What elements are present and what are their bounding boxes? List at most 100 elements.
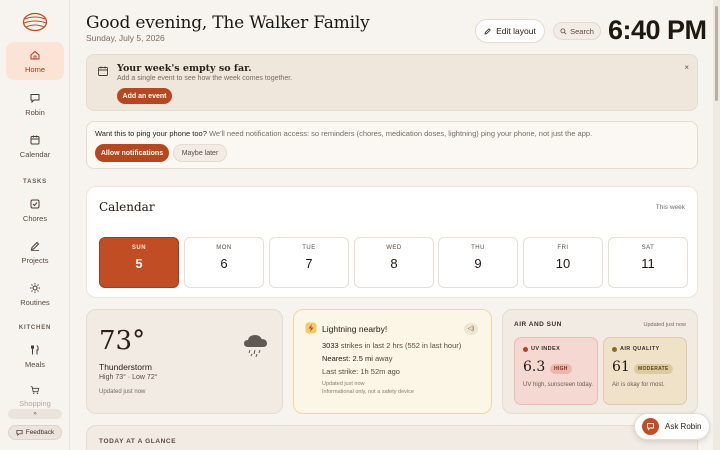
day-name: WED <box>386 245 402 251</box>
current-date: Sunday, July 5, 2026 <box>86 33 165 43</box>
sidebar-item-label: Shopping <box>19 399 51 408</box>
uv-label: UV INDEX <box>531 346 561 352</box>
ask-robin-label: Ask Robin <box>665 422 702 431</box>
weather-condition: Thunderstorm <box>99 362 152 372</box>
aq-value: 61 <box>612 359 630 375</box>
weather-card[interactable]: 73° Thunderstorm High 73° · Low 72° Upda… <box>86 309 283 414</box>
air-and-sun-card[interactable]: AIR AND SUN Updated just now UV INDEX 6.… <box>502 309 698 414</box>
sidebar-item-label: Meals <box>24 359 45 369</box>
day-date: 10 <box>555 256 571 271</box>
strikes-count: 3033 <box>322 341 339 350</box>
sidebar-item-chores[interactable]: Chores <box>6 191 64 229</box>
day-date: 6 <box>220 256 228 271</box>
utensils-icon <box>31 344 39 354</box>
cart-icon <box>30 386 40 394</box>
sidebar-item-shopping[interactable]: Shopping <box>6 380 64 408</box>
feedback-button[interactable]: Feedback <box>8 425 62 440</box>
day-cell-fri[interactable]: FRI 10 <box>523 237 603 288</box>
speaker-icon[interactable]: ◁) <box>464 323 478 335</box>
day-name: FRI <box>557 245 569 251</box>
search-label: Search <box>570 26 594 36</box>
sidebar-item-label: Projects <box>21 255 49 265</box>
calendar-title: Calendar <box>99 200 155 214</box>
strikes-text: strikes in last 2 hrs (552 in last hour) <box>338 341 462 350</box>
weather-temperature: 73° <box>99 326 146 356</box>
lightning-title: Lightning nearby! <box>322 324 388 334</box>
checkbox-icon <box>30 199 40 208</box>
search-button[interactable]: Search <box>553 22 601 40</box>
calendar-range[interactable]: This week <box>656 204 685 211</box>
scrollbar-thumb[interactable] <box>715 6 718 101</box>
uv-index-tile[interactable]: UV INDEX 6.3 HIGH UV high, sunscreen tod… <box>514 337 598 405</box>
aq-label: AIR QUALITY <box>620 346 660 352</box>
nearest-label: Nearest: <box>322 354 353 363</box>
home-icon <box>30 50 40 59</box>
edit-layout-button[interactable]: Edit layout <box>475 19 545 43</box>
add-event-button[interactable]: Add an event <box>117 88 172 104</box>
nearest-value: 2.5 mi <box>352 354 373 363</box>
sidebar-item-label: Home <box>24 64 45 74</box>
lightning-last-strike: Last strike: 1h 52m ago <box>322 367 400 376</box>
sidebar-item-label: Robin <box>25 107 45 117</box>
sidebar-item-label: Routines <box>20 297 50 307</box>
pencil-icon <box>484 28 491 35</box>
sidebar-item-robin[interactable]: Robin <box>6 85 64 123</box>
sidebar-item-label: Chores <box>22 213 48 223</box>
day-name: THU <box>471 245 485 251</box>
logo-icon <box>22 12 48 32</box>
day-date: 9 <box>474 256 482 271</box>
uv-label-row: UV INDEX <box>523 346 560 352</box>
weather-high-low: High 73° · Low 72° <box>99 374 158 381</box>
day-cell-tue[interactable]: TUE 7 <box>269 237 349 288</box>
calendar-card: Calendar This week SUN 5 MON 6 TUE 7 WED 8 T… <box>86 186 698 298</box>
sidebar-item-home[interactable]: Home <box>6 42 64 80</box>
maybe-later-button[interactable]: Maybe later <box>173 144 227 162</box>
day-cell-mon[interactable]: MON 6 <box>184 237 264 288</box>
sidebar-item-projects[interactable]: Projects <box>6 233 64 271</box>
collapse-sidebar-button[interactable]: » <box>8 409 62 419</box>
status-dot-icon <box>523 346 528 352</box>
notification-text: Want this to ping your phone too? We'll … <box>95 129 592 138</box>
air-updated: Updated just now <box>643 322 687 328</box>
uv-description: UV high, sunscreen today. <box>523 382 593 388</box>
empty-week-banner: Your week's empty so far. Add a single e… <box>86 54 698 111</box>
today-at-a-glance-card: TODAY AT A GLANCE <box>86 425 698 450</box>
day-date: 8 <box>390 256 398 271</box>
day-cell-sat[interactable]: SAT 11 <box>608 237 688 288</box>
day-date: 5 <box>135 256 143 271</box>
lightning-disclaimer: Informational only, not a safety device <box>322 389 414 395</box>
day-name: TUE <box>302 245 316 251</box>
notification-question: Want this to ping your phone too? <box>95 129 207 138</box>
feedback-label: Feedback <box>25 429 55 436</box>
banner-title: Your week's empty so far. <box>117 63 252 74</box>
day-cell-wed[interactable]: WED 8 <box>354 237 434 288</box>
air-title: AIR AND SUN <box>514 321 562 328</box>
air-quality-tile[interactable]: AIR QUALITY 61 MODERATE Air is okay for … <box>603 337 687 405</box>
aq-description: Air is okay for most. <box>612 382 665 388</box>
day-cell-thu[interactable]: THU 9 <box>438 237 518 288</box>
storm-cloud-icon <box>244 335 267 358</box>
sidebar-item-routines[interactable]: Routines <box>6 275 64 313</box>
close-icon[interactable]: × <box>684 63 689 72</box>
day-name: SUN <box>131 245 147 251</box>
uv-badge: HIGH <box>550 364 572 374</box>
chat-icon <box>30 93 40 103</box>
day-name: SAT <box>641 245 655 251</box>
day-date: 7 <box>305 256 313 271</box>
nearest-suffix: away <box>372 354 393 363</box>
aq-badge: MODERATE <box>634 364 673 374</box>
sidebar-item-calendar[interactable]: Calendar <box>6 127 64 165</box>
sidebar: Home Robin Calendar TASKS Chores Project… <box>0 0 70 450</box>
lightning-strikes: 3033 strikes in last 2 hrs (552 in last … <box>322 341 461 350</box>
allow-notifications-button[interactable]: Allow notifications <box>95 144 169 162</box>
lightning-card[interactable]: Lightning nearby! ◁) 3033 strikes in las… <box>293 309 492 414</box>
day-cell-sun[interactable]: SUN 5 <box>99 237 179 288</box>
status-dot-icon <box>612 346 617 352</box>
day-date: 11 <box>641 256 655 271</box>
page-title: Good evening, The Walker Family <box>86 13 370 33</box>
feedback-icon <box>16 429 23 436</box>
sidebar-item-meals[interactable]: Meals <box>6 337 64 375</box>
weather-updated: Updated just now <box>99 389 146 395</box>
ask-robin-button[interactable]: Ask Robin <box>634 413 710 440</box>
sun-icon <box>30 282 40 293</box>
